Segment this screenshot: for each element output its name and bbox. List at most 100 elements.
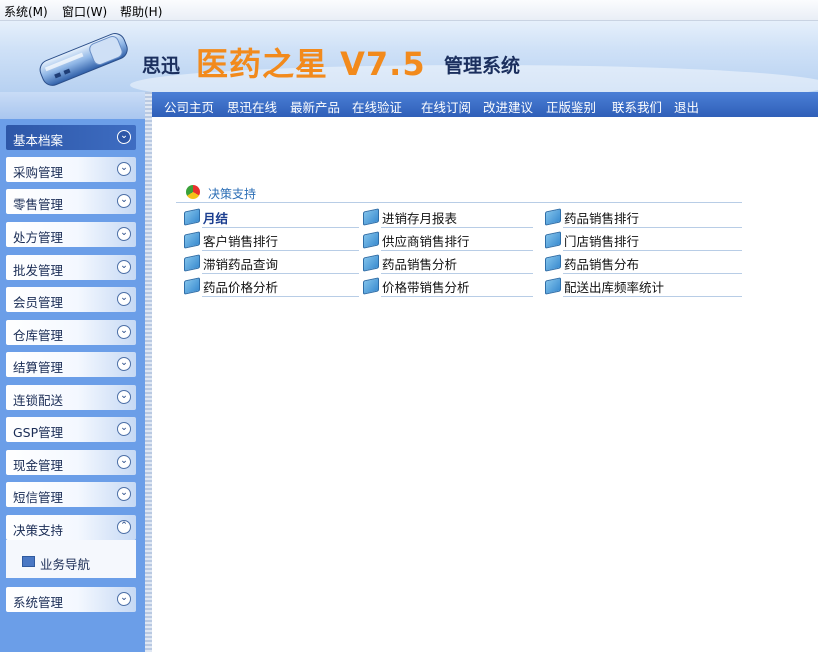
link-label: 药品价格分析: [203, 280, 279, 295]
link-store-sales-ranking[interactable]: 门店销售排行: [545, 229, 742, 251]
link-label: 供应商销售排行: [382, 234, 470, 249]
chevron-down-icon: ⌄: [117, 162, 131, 176]
section-title: 决策支持: [208, 187, 257, 201]
link-label: 价格带销售分析: [382, 280, 470, 295]
menu-system[interactable]: 系统(M): [4, 3, 48, 20]
sidebar-splitter[interactable]: [145, 92, 152, 652]
sidebar-item-system[interactable]: 系统管理 ⌄: [6, 587, 136, 612]
decision-support-icon: [186, 185, 200, 199]
nav-subscribe[interactable]: 在线订阅: [421, 97, 471, 116]
app-banner: 思迅 医药之星 V7.5 管理系统: [0, 21, 818, 92]
sidebar-item-wholesale[interactable]: 批发管理 ⌄: [6, 255, 136, 280]
report-icon: [363, 231, 379, 249]
link-slow-moving-drug-query[interactable]: 滞销药品查询: [184, 252, 359, 274]
sidebar-item-purchase[interactable]: 采购管理 ⌄: [6, 157, 136, 182]
menu-window[interactable]: 窗口(W): [62, 3, 107, 20]
link-label: 月结: [203, 211, 229, 226]
link-supplier-sales-ranking[interactable]: 供应商销售排行: [363, 229, 538, 251]
nav-contact[interactable]: 联系我们: [612, 97, 662, 116]
sidebar-item-label: 决策支持: [13, 523, 64, 538]
chevron-up-icon: ⌃: [117, 520, 131, 534]
sidebar-item-label: 现金管理: [13, 458, 64, 473]
report-icon: [184, 208, 200, 226]
chevron-down-icon: ⌄: [117, 325, 131, 339]
link-drug-sales-ranking[interactable]: 药品销售排行: [545, 206, 742, 228]
sidebar-item-label: 短信管理: [13, 490, 64, 505]
link-delivery-frequency-stats[interactable]: 配送出库频率统计: [545, 275, 742, 297]
nav-genuine[interactable]: 正版鉴别: [546, 97, 596, 116]
brand-suffix: 管理系统: [444, 55, 521, 77]
sidebar-top-strip: [0, 92, 145, 119]
sidebar-item-member[interactable]: 会员管理 ⌄: [6, 287, 136, 312]
top-nav: 公司主页 思迅在线 最新产品 在线验证 在线订阅 改进建议 正版鉴别 联系我们 …: [152, 92, 818, 117]
sidebar-item-label: 处方管理: [13, 230, 64, 245]
nav-verify[interactable]: 在线验证: [352, 97, 402, 116]
menu-help[interactable]: 帮助(H): [120, 3, 162, 20]
report-icon: [545, 277, 561, 295]
chevron-down-icon: ⌄: [117, 260, 131, 274]
sidebar-item-basic-archive[interactable]: 基本档案 ⌄: [6, 125, 136, 150]
nav-online[interactable]: 思迅在线: [227, 97, 277, 116]
report-icon: [184, 254, 200, 272]
brand-main: 医药之星 V7.5: [196, 45, 426, 83]
sidebar-item-label: 批发管理: [13, 263, 64, 278]
sidebar-item-label: 基本档案: [13, 133, 64, 148]
chevron-down-icon: ⌄: [117, 487, 131, 501]
sidebar-item-label: 零售管理: [13, 197, 64, 212]
link-drug-sales-analysis[interactable]: 药品销售分析: [363, 252, 538, 274]
nav-suggest[interactable]: 改进建议: [483, 97, 533, 116]
link-label: 进销存月报表: [382, 211, 458, 226]
link-inventory-monthly-report[interactable]: 进销存月报表: [363, 206, 538, 228]
sidebar-item-sms[interactable]: 短信管理 ⌄: [6, 482, 136, 507]
sidebar-item-label: 连锁配送: [13, 393, 64, 408]
nav-exit[interactable]: 退出: [674, 97, 699, 116]
link-price-band-sales-analysis[interactable]: 价格带销售分析: [363, 275, 538, 297]
report-icon: [184, 231, 200, 249]
link-drug-sales-distribution[interactable]: 药品销售分布: [545, 252, 742, 274]
usb-key-logo-icon: [39, 33, 128, 86]
monitor-icon: [22, 556, 35, 567]
report-icon: [184, 277, 200, 295]
report-icon: [363, 254, 379, 272]
sidebar-item-chain-distribution[interactable]: 连锁配送 ⌄: [6, 385, 136, 410]
link-monthly-close[interactable]: 月结: [184, 206, 359, 228]
link-customer-sales-ranking[interactable]: 客户销售排行: [184, 229, 359, 251]
sidebar-item-retail[interactable]: 零售管理 ⌄: [6, 189, 136, 214]
sidebar-item-settlement[interactable]: 结算管理 ⌄: [6, 352, 136, 377]
chevron-down-icon: ⌄: [117, 422, 131, 436]
sidebar-item-prescription[interactable]: 处方管理 ⌄: [6, 222, 136, 247]
chevron-down-icon: ⌄: [117, 194, 131, 208]
sidebar-item-cash[interactable]: 现金管理 ⌄: [6, 450, 136, 475]
report-icon: [545, 208, 561, 226]
chevron-down-icon: ⌄: [117, 592, 131, 606]
section-divider: [176, 202, 742, 203]
report-icon: [545, 254, 561, 272]
sidebar-subpanel: 业务导航: [6, 540, 136, 578]
chevron-down-icon: ⌄: [117, 390, 131, 404]
report-icon: [363, 208, 379, 226]
link-label: 客户销售排行: [203, 234, 279, 249]
link-label: 药品销售排行: [564, 211, 640, 226]
nav-home[interactable]: 公司主页: [164, 97, 214, 116]
chevron-down-icon: ⌄: [117, 292, 131, 306]
report-icon: [363, 277, 379, 295]
brand-prefix: 思迅: [142, 55, 181, 77]
sidebar-item-warehouse[interactable]: 仓库管理 ⌄: [6, 320, 136, 345]
sidebar-item-label: 结算管理: [13, 360, 64, 375]
link-label: 门店销售排行: [564, 234, 640, 249]
sidebar-item-gsp[interactable]: GSP管理 ⌄: [6, 417, 136, 442]
menu-bar: 系统(M) 窗口(W) 帮助(H): [0, 0, 818, 21]
link-label: 滞销药品查询: [203, 257, 279, 272]
link-label: 配送出库频率统计: [564, 280, 665, 295]
link-drug-price-analysis[interactable]: 药品价格分析: [184, 275, 359, 297]
link-label: 药品销售分析: [382, 257, 458, 272]
sidebar-item-label: 采购管理: [13, 165, 64, 180]
sidebar-item-decision-support[interactable]: 决策支持 ⌃: [6, 515, 136, 540]
sidebar-item-label: 仓库管理: [13, 328, 64, 343]
nav-products[interactable]: 最新产品: [290, 97, 340, 116]
link-label: 药品销售分布: [564, 257, 640, 272]
sidebar-item-label: 系统管理: [13, 595, 64, 610]
chevron-down-icon: ⌄: [117, 455, 131, 469]
sidebar-sub-business-nav[interactable]: 业务导航: [40, 554, 90, 573]
chevron-down-icon: ⌄: [117, 357, 131, 371]
